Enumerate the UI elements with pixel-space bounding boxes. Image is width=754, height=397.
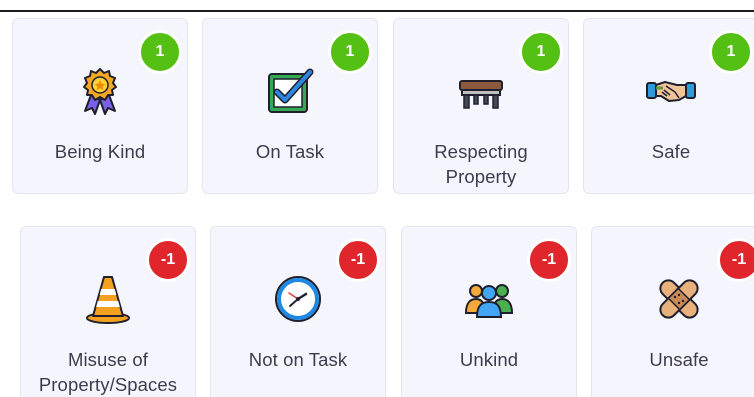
skill-card-respecting-property[interactable]: Respecting Property 1 bbox=[393, 18, 569, 194]
checkbox-icon bbox=[264, 65, 316, 117]
skill-label: Unkind bbox=[459, 349, 519, 370]
skill-label: Not on Task bbox=[248, 349, 348, 370]
skill-card-being-kind[interactable]: Being Kind 1 bbox=[12, 18, 188, 194]
award-ribbon-icon bbox=[74, 65, 126, 117]
points-badge: -1 bbox=[527, 238, 571, 282]
skill-label: Safe bbox=[651, 141, 691, 162]
points-badge: -1 bbox=[336, 238, 380, 282]
skill-label: Respecting Property bbox=[434, 141, 528, 187]
handshake-icon bbox=[645, 65, 697, 117]
skill-label: Unsafe bbox=[649, 349, 709, 370]
skill-card-on-task[interactable]: On Task 1 bbox=[202, 18, 378, 194]
points-badge: 1 bbox=[709, 30, 753, 74]
skill-card-misuse-of-property-spaces[interactable]: Misuse of Property/Spaces -1 bbox=[20, 226, 196, 397]
skill-label: Being Kind bbox=[54, 141, 146, 162]
desk-icon bbox=[455, 65, 507, 117]
points-badge: 1 bbox=[519, 30, 563, 74]
skill-label: Misuse of Property/Spaces bbox=[38, 349, 178, 395]
points-badge: -1 bbox=[146, 238, 190, 282]
top-divider bbox=[0, 10, 754, 12]
points-badge: 1 bbox=[328, 30, 372, 74]
traffic-cone-icon bbox=[82, 273, 134, 325]
clock-icon bbox=[272, 273, 324, 325]
points-badge: 1 bbox=[138, 30, 182, 74]
behavior-skills-grid: Being Kind 1 On Task 1 Respecting Proper… bbox=[0, 0, 754, 397]
skill-card-unsafe[interactable]: Unsafe -1 bbox=[591, 226, 754, 397]
skill-label: On Task bbox=[255, 141, 325, 162]
bandage-icon bbox=[653, 273, 705, 325]
points-badge: -1 bbox=[717, 238, 754, 282]
skill-card-not-on-task[interactable]: Not on Task -1 bbox=[210, 226, 386, 397]
people-icon bbox=[463, 273, 515, 325]
skill-card-safe[interactable]: Safe 1 bbox=[583, 18, 754, 194]
skill-card-unkind[interactable]: Unkind -1 bbox=[401, 226, 577, 397]
